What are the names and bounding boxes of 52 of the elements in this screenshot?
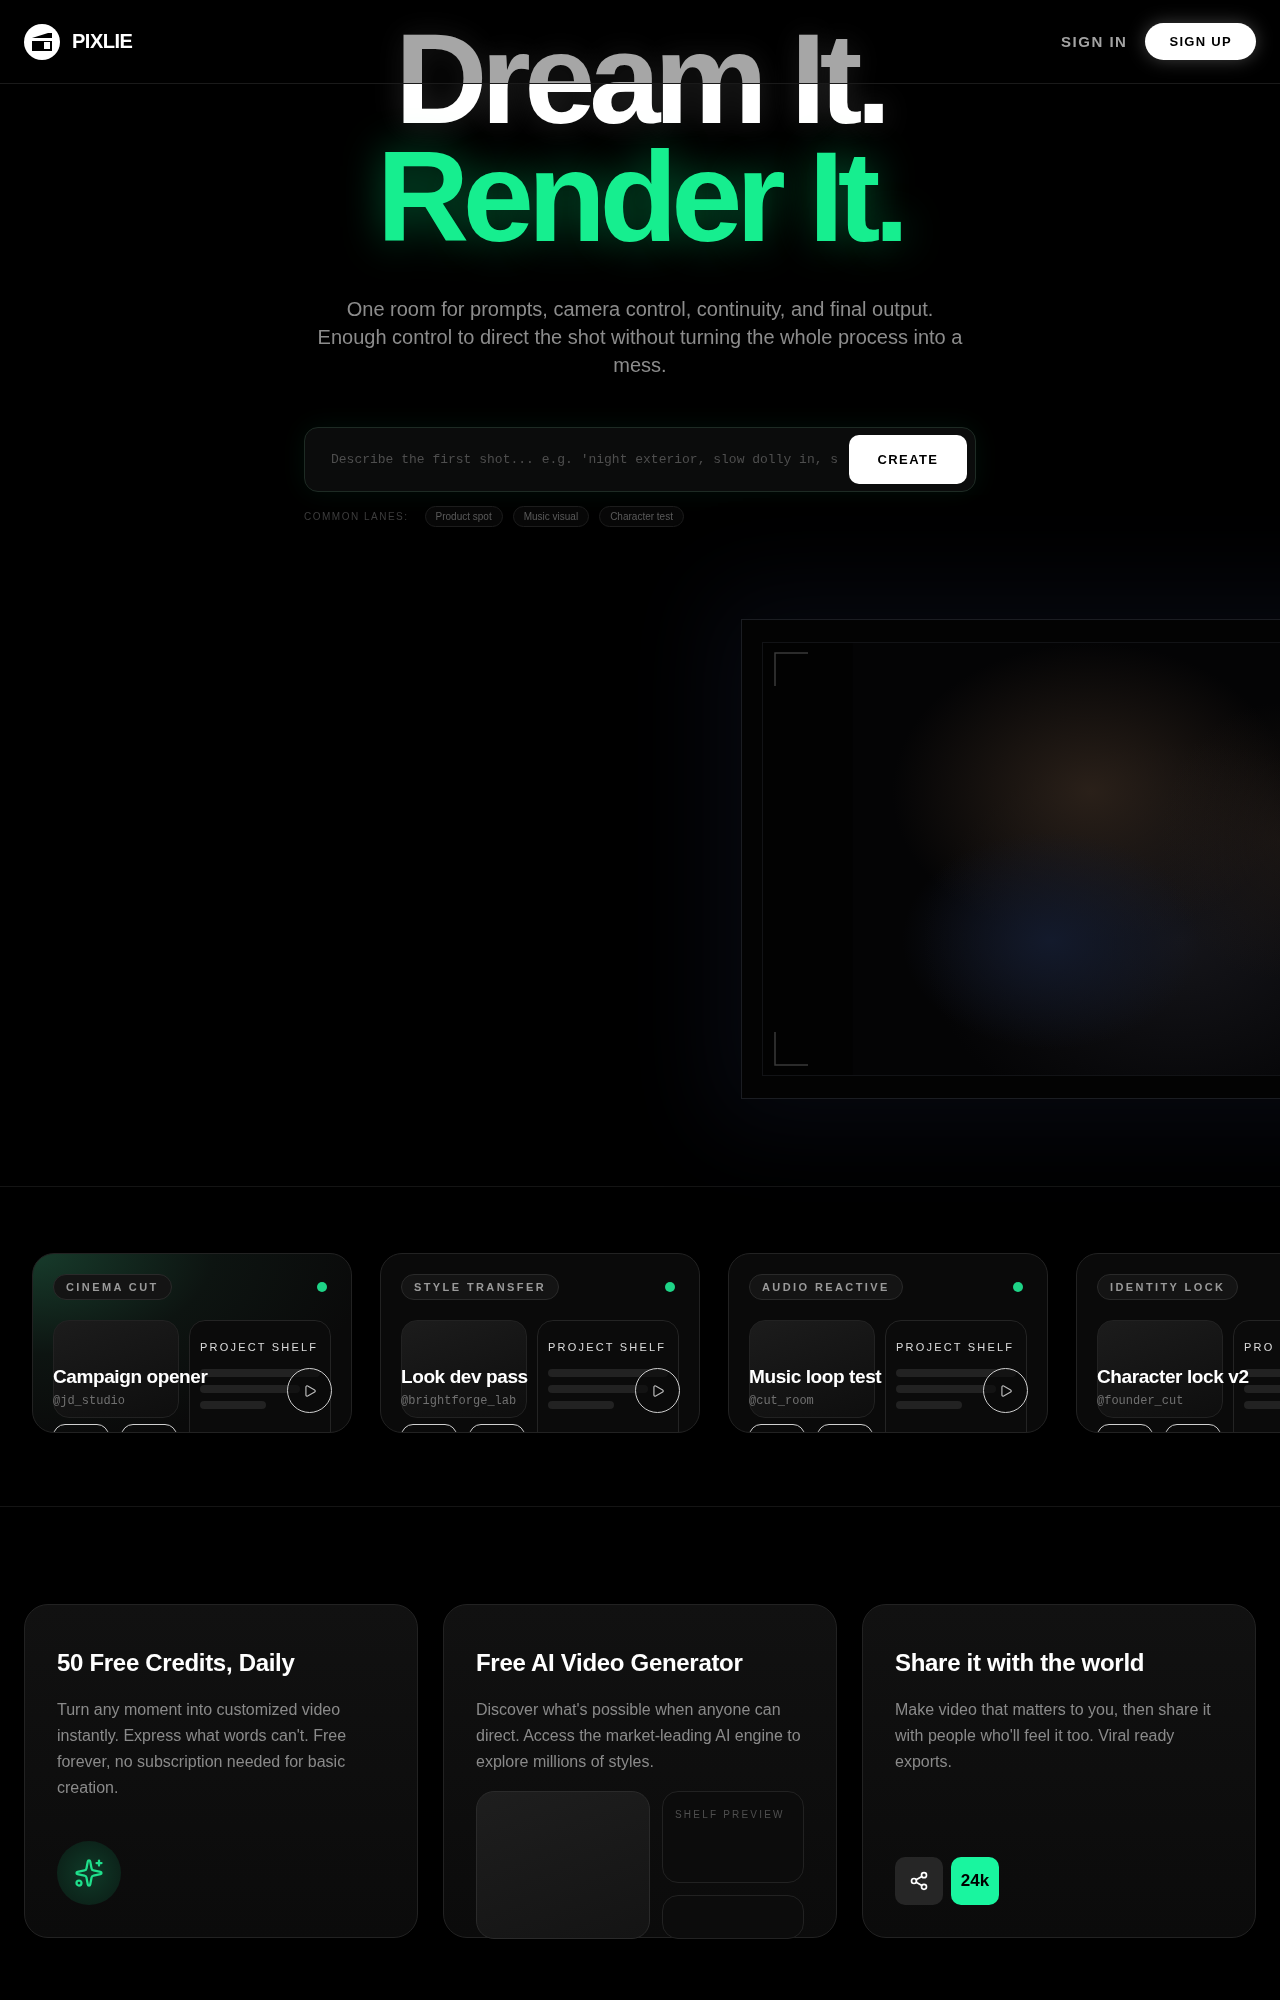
sign-in-link[interactable]: SIGN IN	[1061, 33, 1128, 50]
shelf-label: PROJECT SHELF	[548, 1341, 668, 1353]
share-icon	[909, 1871, 929, 1891]
play-button[interactable]	[983, 1368, 1028, 1413]
category-tag: STYLE TRANSFER	[401, 1274, 559, 1300]
play-button[interactable]	[287, 1368, 332, 1413]
shelf-preview-label: SHELF PREVIEW	[675, 1809, 785, 1820]
frame-corner-icon	[774, 1032, 808, 1066]
sparkle-icon	[74, 1858, 104, 1888]
prompt-field[interactable]: Describe the first shot... e.g. 'night exterior, slow dolly in, s CREATE	[304, 427, 976, 492]
share-button[interactable]	[895, 1857, 943, 1905]
play-icon	[998, 1383, 1013, 1398]
status-dot	[665, 1282, 675, 1292]
lanes-label: COMMON LANES:	[304, 511, 409, 522]
share-count: 24k	[951, 1857, 999, 1905]
project-card[interactable]: AUDIO REACTIVE PROJECT SHELF Music loop test @cut_room	[728, 1253, 1048, 1433]
project-handle: @cut_room	[749, 1394, 815, 1408]
feature-title: Share it with the world	[895, 1649, 1146, 1677]
status-dot	[1013, 1282, 1023, 1292]
category-tag: AUDIO REACTIVE	[749, 1274, 903, 1300]
project-card[interactable]: STYLE TRANSFER PROJECT SHELF Look dev pass @brightforge_lab	[380, 1253, 700, 1433]
project-card[interactable]: IDENTITY LOCK PRO Character lock v2 @founder_cut	[1076, 1253, 1280, 1433]
project-title: Music loop test	[749, 1366, 882, 1388]
shelf-label: PROJECT SHELF	[200, 1341, 320, 1353]
feature-title: Free AI Video Generator	[476, 1649, 744, 1677]
project-card[interactable]: CINEMA CUT PROJECT SHELF Campaign opener @jd_studio	[32, 1253, 352, 1433]
project-title: Campaign opener	[53, 1366, 208, 1388]
status-dot	[317, 1282, 327, 1292]
shelf-label: PROJECT SHELF	[896, 1341, 1016, 1353]
project-title: Look dev pass	[401, 1366, 528, 1388]
project-handle: @founder_cut	[1097, 1394, 1185, 1408]
shelf-label: PRO	[1244, 1341, 1276, 1353]
logo-icon	[24, 23, 60, 60]
project-handle: @brightforge_lab	[401, 1394, 518, 1408]
headline: Dream It.	[394, 24, 886, 134]
play-icon	[650, 1383, 665, 1398]
project-handle: @jd_studio	[53, 1394, 126, 1408]
project-title: Character lock v2	[1097, 1366, 1249, 1388]
brand-name: PIXLIE	[72, 30, 133, 53]
feature-description: Make video that matters to you, then share it with people who'll feel it too. Viral ready exports.	[895, 1700, 1212, 1772]
create-button[interactable]: CREATE	[849, 435, 967, 484]
sign-up-button[interactable]: SIGN UP	[1145, 23, 1256, 60]
play-icon	[302, 1383, 317, 1398]
play-button[interactable]	[635, 1368, 680, 1413]
category-tag: IDENTITY LOCK	[1097, 1274, 1239, 1300]
hero-subtitle: One room for prompts, camera control, continuity, and final output. Enough control to direct the shot without turning the whole process into a mess.	[316, 297, 964, 378]
headline: Render It.	[376, 134, 904, 259]
feature-description: Discover what's possible when anyone can direct. Access the market-leading AI engine to explore millions of styles.	[476, 1700, 802, 1772]
frame-corner-icon	[774, 652, 808, 686]
feature-title: 50 Free Credits, Daily	[57, 1649, 296, 1677]
feature-description: Turn any moment into customized video instantly. Express what words can't. Free forever, no subscription needed for basic creation.	[57, 1700, 348, 1798]
category-tag: CINEMA CUT	[53, 1274, 172, 1300]
